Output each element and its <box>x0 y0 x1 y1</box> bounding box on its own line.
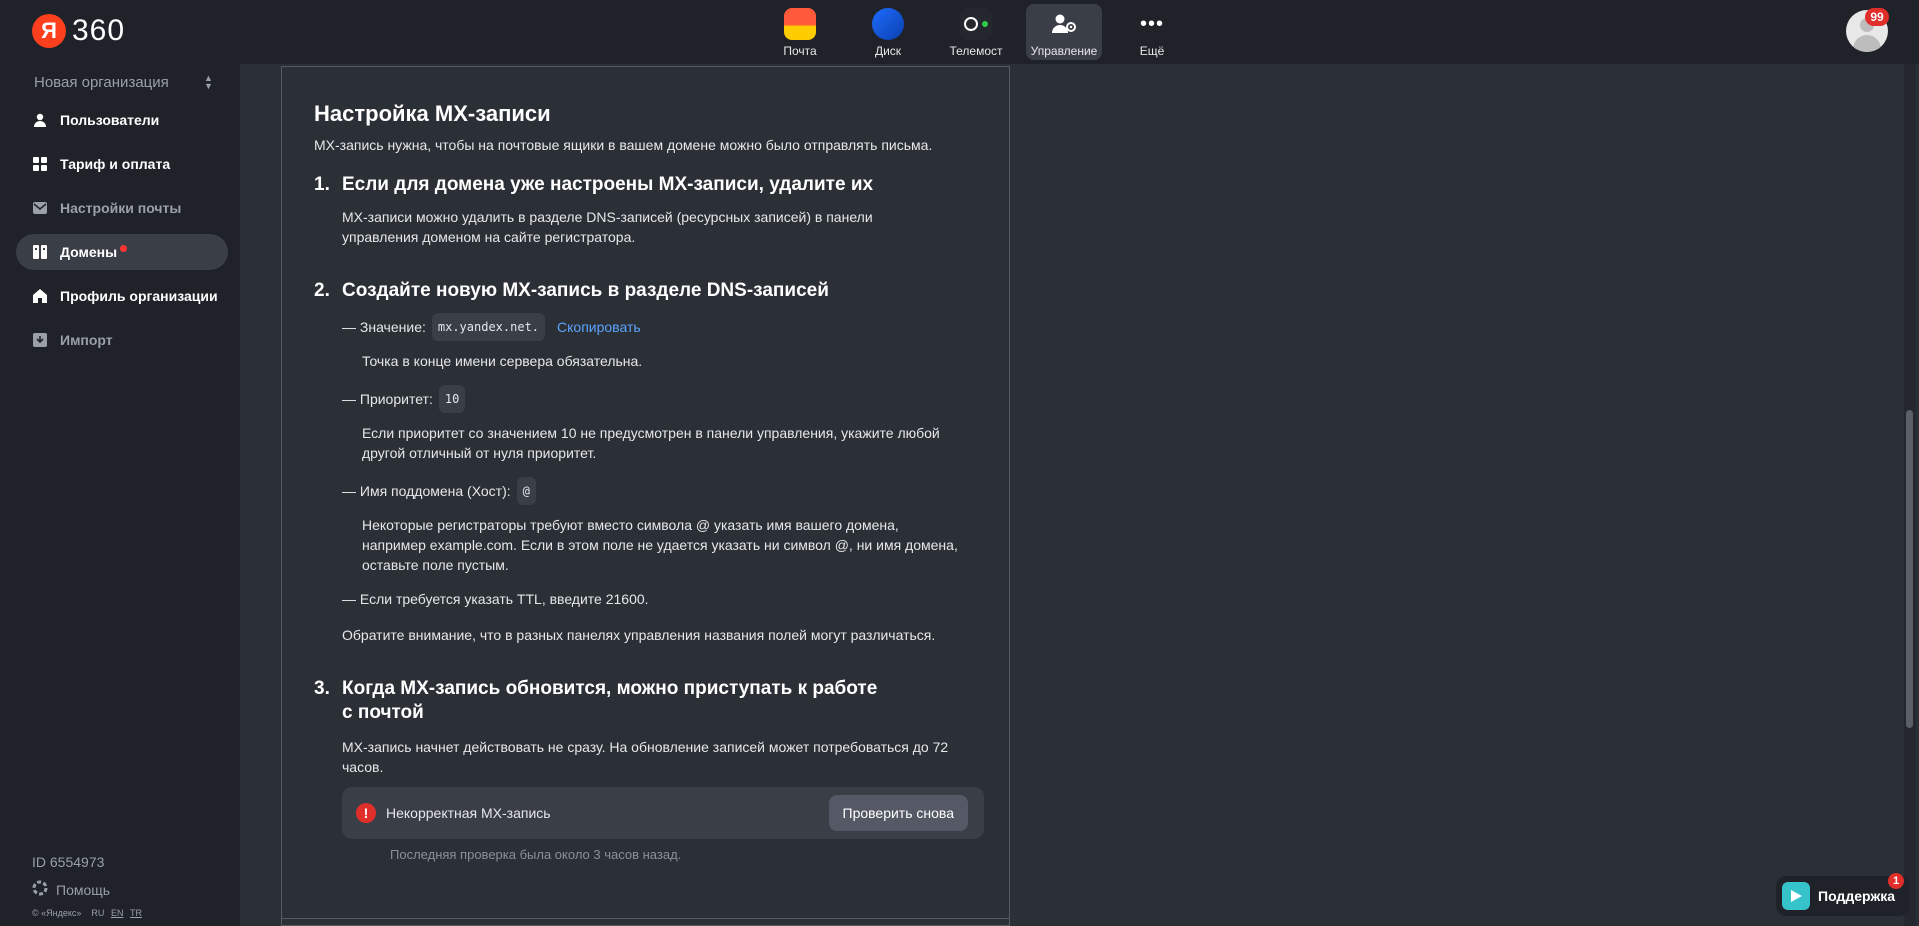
step-2: 2. Создайте новую MX-запись в разделе DNS… <box>314 279 984 645</box>
step-1-text: MX-записи можно удалить в разделе DNS-за… <box>342 209 873 245</box>
help-label: Помощь <box>56 881 111 898</box>
org-selector-arrows-icon[interactable]: ▲ ▼ <box>204 74 213 91</box>
priority-note: Если приоритет со значением 10 не предус… <box>362 425 940 461</box>
mx-setup-card: Настройка MX-записи MX-запись нужна, что… <box>281 66 1010 926</box>
mx-status-text: Некорректная MX-запись <box>386 805 551 821</box>
import-icon <box>32 332 48 348</box>
page-lead: MX-запись нужна, чтобы на почтовые ящики… <box>314 137 933 153</box>
step-2-num: 2. <box>314 280 330 301</box>
sidebar-item-label: Настройки почты <box>60 200 182 216</box>
step-1: 1. Если для домена уже настроены MX-запис… <box>314 173 984 247</box>
help-link[interactable]: Помощь <box>32 880 110 899</box>
sidebar-footer: © «Яндекс» RU EN TR <box>32 908 142 918</box>
priority-code: 10 <box>438 385 466 413</box>
support-icon <box>1782 882 1810 910</box>
help-icon <box>32 880 48 899</box>
app-admin-label: Управление <box>1030 44 1098 58</box>
user-icon <box>32 112 48 128</box>
sidebar-item-users[interactable]: Пользователи <box>16 102 228 138</box>
sidebar-nav: Пользователи Тариф и оплата Настройки по… <box>16 102 228 366</box>
app-mail[interactable]: Почта <box>762 4 838 60</box>
lang-ru: RU <box>91 908 105 918</box>
yandex-360-logo[interactable]: Я 360 <box>32 14 125 48</box>
sidebar: Новая организация ▲ ▼ Пользователи Тариф … <box>0 64 240 926</box>
step-2-title: Создайте новую MX-запись в разделе DNS-з… <box>342 280 829 301</box>
app-telemost-label: Телемост <box>949 44 1003 58</box>
app-disk-label: Диск <box>874 44 902 58</box>
copyright: © «Яндекс» <box>32 908 82 918</box>
sidebar-item-domains[interactable]: Домены <box>16 234 228 270</box>
logo-360-text: 360 <box>72 14 126 47</box>
fields-note: Обратите внимание, что в разных панелях … <box>342 627 936 643</box>
host-note: Некоторые регистраторы требуют вместо си… <box>362 517 958 573</box>
app-admin[interactable]: Управление <box>1026 4 1102 60</box>
host-label: — Имя поддомена (Хост): <box>342 483 511 499</box>
org-selector[interactable]: Новая организация <box>34 74 169 91</box>
step-3-title-line2: с почтой <box>342 702 424 723</box>
org-id: ID 6554973 <box>32 854 105 870</box>
language-switch: RU EN TR <box>91 908 142 918</box>
mail-icon <box>784 8 816 40</box>
top-bar: Я 360 Почта Диск Телемост Управление •••… <box>0 0 1919 64</box>
last-check-text: Последняя проверка была около 3 часов на… <box>390 847 682 862</box>
priority-label: — Приоритет: <box>342 391 433 407</box>
telemost-icon <box>960 8 992 40</box>
ttl-text: — Если требуется указать TTL, введите 21… <box>342 591 649 607</box>
recheck-button[interactable]: Проверить снова <box>828 795 968 831</box>
step-3-num: 3. <box>314 678 330 699</box>
page-scrollbar[interactable] <box>1904 64 1916 926</box>
home-icon <box>32 288 48 304</box>
sidebar-item-label: Домены <box>60 244 118 260</box>
sidebar-item-org-profile[interactable]: Профиль организации <box>16 278 228 314</box>
grid-icon <box>32 156 48 172</box>
sidebar-item-label: Импорт <box>60 332 113 348</box>
notifications-badge: 99 <box>1865 8 1889 26</box>
mx-status-panel: ! Некорректная MX-запись Проверить снова <box>342 787 984 839</box>
sidebar-item-label: Профиль организации <box>60 288 218 304</box>
step-1-num: 1. <box>314 174 330 195</box>
app-switcher: Почта Диск Телемост Управление ••• Ещё <box>762 4 1190 60</box>
support-label: Поддержка <box>1818 888 1896 904</box>
step-3: 3. Когда MX-запись обновится, можно прис… <box>314 677 984 865</box>
sidebar-item-import[interactable]: Импорт <box>16 322 228 358</box>
value-note: Точка в конце имени сервера обязательна. <box>362 353 643 369</box>
app-disk[interactable]: Диск <box>850 4 926 60</box>
error-icon: ! <box>356 803 376 823</box>
app-mail-label: Почта <box>783 44 817 58</box>
scrollbar-thumb[interactable] <box>1906 410 1913 728</box>
lang-en[interactable]: EN <box>111 908 124 918</box>
sidebar-item-label: Пользователи <box>60 112 160 128</box>
domains-icon <box>32 244 48 260</box>
admin-icon <box>1048 8 1080 40</box>
logo-ya-circle: Я <box>32 14 66 48</box>
step-3-title-line1: Когда MX-запись обновится, можно приступ… <box>342 678 878 699</box>
sidebar-item-label: Тариф и оплата <box>60 156 171 172</box>
step-1-title: Если для домена уже настроены MX-записи,… <box>342 174 874 195</box>
host-code: @ <box>516 477 536 505</box>
copy-link[interactable]: Скопировать <box>557 317 641 337</box>
lang-tr[interactable]: TR <box>130 908 142 918</box>
sidebar-item-mail-settings[interactable]: Настройки почты <box>16 190 228 226</box>
sidebar-item-billing[interactable]: Тариф и оплата <box>16 146 228 182</box>
disk-icon <box>872 8 904 40</box>
app-more-label: Ещё <box>1139 44 1165 58</box>
more-icon: ••• <box>1139 12 1164 35</box>
support-badge: 1 <box>1888 873 1904 889</box>
app-telemost[interactable]: Телемост <box>938 4 1014 60</box>
value-label: — Значение: <box>342 319 426 335</box>
value-code: mx.yandex.net. <box>431 313 546 341</box>
mail-settings-icon <box>32 200 48 216</box>
card-divider <box>281 918 1010 919</box>
app-more[interactable]: ••• Ещё <box>1114 4 1190 60</box>
page-title: Настройка MX-записи <box>314 101 551 126</box>
step-3-text: MX-запись начнет действовать не сразу. Н… <box>342 739 949 775</box>
domains-alert-dot <box>120 244 128 252</box>
